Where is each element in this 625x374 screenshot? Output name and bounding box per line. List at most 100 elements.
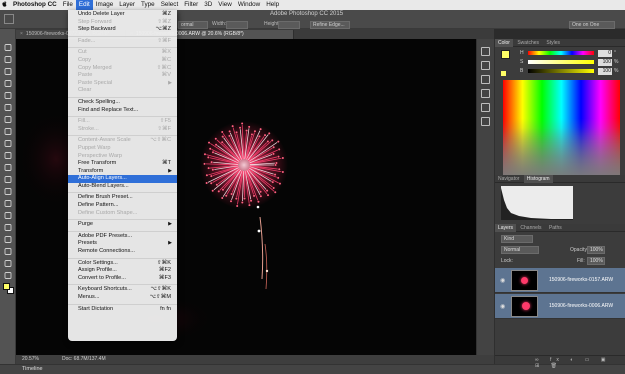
menu-item-remote-connections[interactable]: Remote Connections... [68,248,177,256]
tab-histogram[interactable]: Histogram [523,175,553,183]
move-tool-icon[interactable] [3,43,13,52]
layer-filter-select[interactable]: Kind [501,235,533,243]
pen-tool-icon[interactable] [3,211,13,220]
eye-icon[interactable]: ◉ [500,277,505,284]
layer-row[interactable]: ◉ 150906-fireworks-0006.ARW [495,294,625,319]
hsb-value-field[interactable]: 100 [598,59,612,66]
zoom-tool-icon[interactable] [3,271,13,280]
menu-select[interactable]: Select [158,0,182,10]
marquee-options-icon[interactable] [4,14,14,24]
healing-tool-icon[interactable] [3,115,13,124]
menu-item-undo-delete-layer[interactable]: Undo Delete Layer ⌘Z [68,11,177,19]
menu-3d[interactable]: 3D [201,0,215,10]
path-select-tool-icon[interactable] [3,235,13,244]
menu-item-adobe-pdf-presets[interactable]: Adobe PDF Presets... [68,233,177,241]
menu-item-transform[interactable]: Transform ▶ [68,168,177,176]
blur-tool-icon[interactable] [3,187,13,196]
type-tool-icon[interactable] [3,223,13,232]
menu-item-auto-align-layers[interactable]: Auto-Align Layers... [68,175,177,183]
hsb-value-field[interactable]: 0 [598,50,612,57]
menu-window[interactable]: Window [235,0,263,10]
workspace-select[interactable]: One on One [569,21,615,29]
menu-item-menus[interactable]: Menus... ⌥⇧⌘M [68,294,177,302]
menu-help[interactable]: Help [263,0,282,10]
shape-tool-icon[interactable] [3,247,13,256]
apple-icon[interactable] [2,1,7,9]
hsb-unit: ° [614,50,616,56]
menu-item-free-transform[interactable]: Free Transform ⌘T [68,160,177,168]
actions-panel-icon[interactable] [481,61,490,70]
menu-type[interactable]: Type [138,0,158,10]
history-panel-icon[interactable] [481,47,490,56]
menu-edit[interactable]: Edit [75,0,93,10]
eye-icon[interactable]: ◉ [500,303,505,310]
info-panel-icon[interactable] [481,117,490,126]
quick-select-tool-icon[interactable] [3,79,13,88]
menu-item-assign-profile[interactable]: Assign Profile... ⌘F2 [68,267,177,275]
foreground-swatch[interactable] [501,50,510,59]
firework-spark [253,130,256,133]
menu-item-define-brush-preset[interactable]: Define Brush Preset... [68,194,177,202]
eraser-tool-icon[interactable] [3,163,13,172]
layer-footer-icons[interactable]: ∞ fx ◐ ▭ ▣ ⊞ 🗑 [535,357,625,369]
doc-size-readout[interactable]: Doc: 68.7M/137.4M [62,355,106,364]
width-field[interactable] [226,21,248,29]
menu-item-purge[interactable]: Purge ▶ [68,221,177,229]
layer-row[interactable]: ◉ 150906-fireworks-0157.ARW [495,268,625,293]
fill-field[interactable]: 100% [587,257,605,265]
tab-navigator[interactable]: Navigator [495,175,522,183]
menu-image[interactable]: Image [93,0,117,10]
close-icon[interactable]: × [20,31,23,37]
dodge-tool-icon[interactable] [3,199,13,208]
lasso-tool-icon[interactable] [3,67,13,76]
layer-name[interactable]: 150906-fireworks-0157.ARW [549,277,613,283]
hsb-value-field[interactable]: 100 [598,68,612,75]
blend-mode-select[interactable]: Normal [501,246,539,254]
tab-channels[interactable]: Channels [517,224,544,232]
menu-item-check-spelling[interactable]: Check Spelling... [68,99,177,107]
filter-label: Kind [504,236,515,242]
layer-name[interactable]: 150906-fireworks-0006.ARW [549,303,613,309]
tab-swatches[interactable]: Swatches [514,39,542,47]
zoom-readout[interactable]: 20.57% [22,355,39,364]
menu-view[interactable]: View [215,0,235,10]
opacity-field[interactable]: 100% [587,246,605,254]
tab-paths[interactable]: Paths [546,224,565,232]
hand-tool-icon[interactable] [3,259,13,268]
timeline-panel[interactable]: Timeline [0,364,625,374]
hsb-slider[interactable] [528,51,594,55]
tab-styles[interactable]: Styles [543,39,563,47]
menu-app[interactable]: Photoshop CC [10,0,60,10]
gradient-tool-icon[interactable] [3,175,13,184]
menu-item-step-backward[interactable]: Step Backward ⌥⌘Z [68,26,177,34]
firework-spark [225,194,228,197]
brush-tool-icon[interactable] [3,127,13,136]
foreground-color-icon[interactable] [3,283,10,290]
menu-item-auto-blend-layers[interactable]: Auto-Blend Layers... [68,183,177,191]
hsb-slider[interactable] [528,60,594,64]
crop-tool-icon[interactable] [3,91,13,100]
menu-item-start-dictation[interactable]: Start Dictation fn fn [68,306,177,314]
tab-layers[interactable]: Layers [495,224,517,232]
style-select[interactable]: ormal [178,21,208,29]
color-spectrum[interactable] [503,80,620,176]
refine-edge-button[interactable]: Refine Edge... [310,21,350,29]
menu-item-find-and-replace-text[interactable]: Find and Replace Text... [68,107,177,115]
marquee-tool-icon[interactable] [3,55,13,64]
tab-color[interactable]: Color [495,39,513,47]
adjustments-panel-icon[interactable] [481,103,490,112]
menu-layer[interactable]: Layer [116,0,138,10]
history-brush-tool-icon[interactable] [3,151,13,160]
hsb-slider[interactable] [528,69,594,73]
menu-item-keyboard-shortcuts[interactable]: Keyboard Shortcuts... ⌥⇧⌘K [68,286,177,294]
height-field[interactable] [278,21,300,29]
menu-item-convert-to-profile[interactable]: Convert to Profile... ⌘F3 [68,275,177,283]
brush-presets-panel-icon[interactable] [481,89,490,98]
menu-item-presets[interactable]: Presets ▶ [68,240,177,248]
menu-filter[interactable]: Filter [181,0,201,10]
menu-item-define-pattern[interactable]: Define Pattern... [68,202,177,210]
properties-panel-icon[interactable] [481,75,490,84]
menu-file[interactable]: File [60,0,76,10]
stamp-tool-icon[interactable] [3,139,13,148]
eyedropper-tool-icon[interactable] [3,103,13,112]
